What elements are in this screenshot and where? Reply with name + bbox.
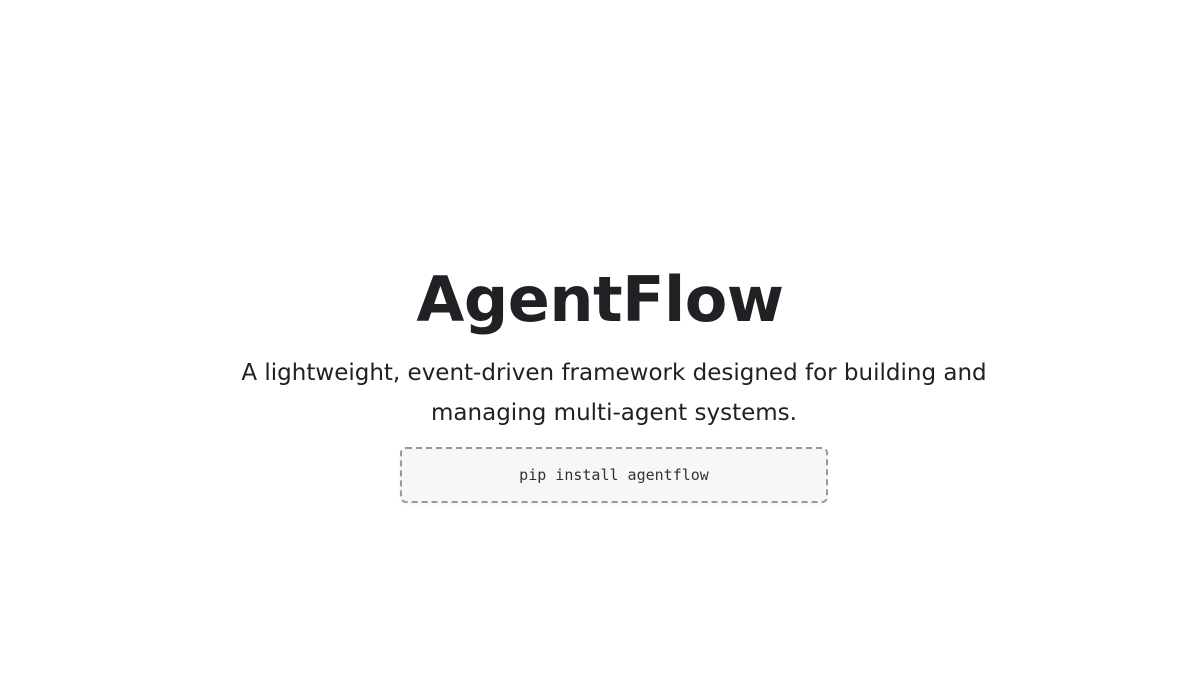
page-title: AgentFlow (416, 262, 784, 336)
install-command-text: pip install agentflow (519, 466, 709, 484)
install-command-box[interactable]: pip install agentflow (400, 447, 828, 503)
landing-page: AgentFlow A lightweight, event-driven fr… (0, 0, 1200, 675)
page-subtitle: A lightweight, event-driven framework de… (241, 360, 987, 426)
hero-section: AgentFlow A lightweight, event-driven fr… (0, 0, 1200, 675)
